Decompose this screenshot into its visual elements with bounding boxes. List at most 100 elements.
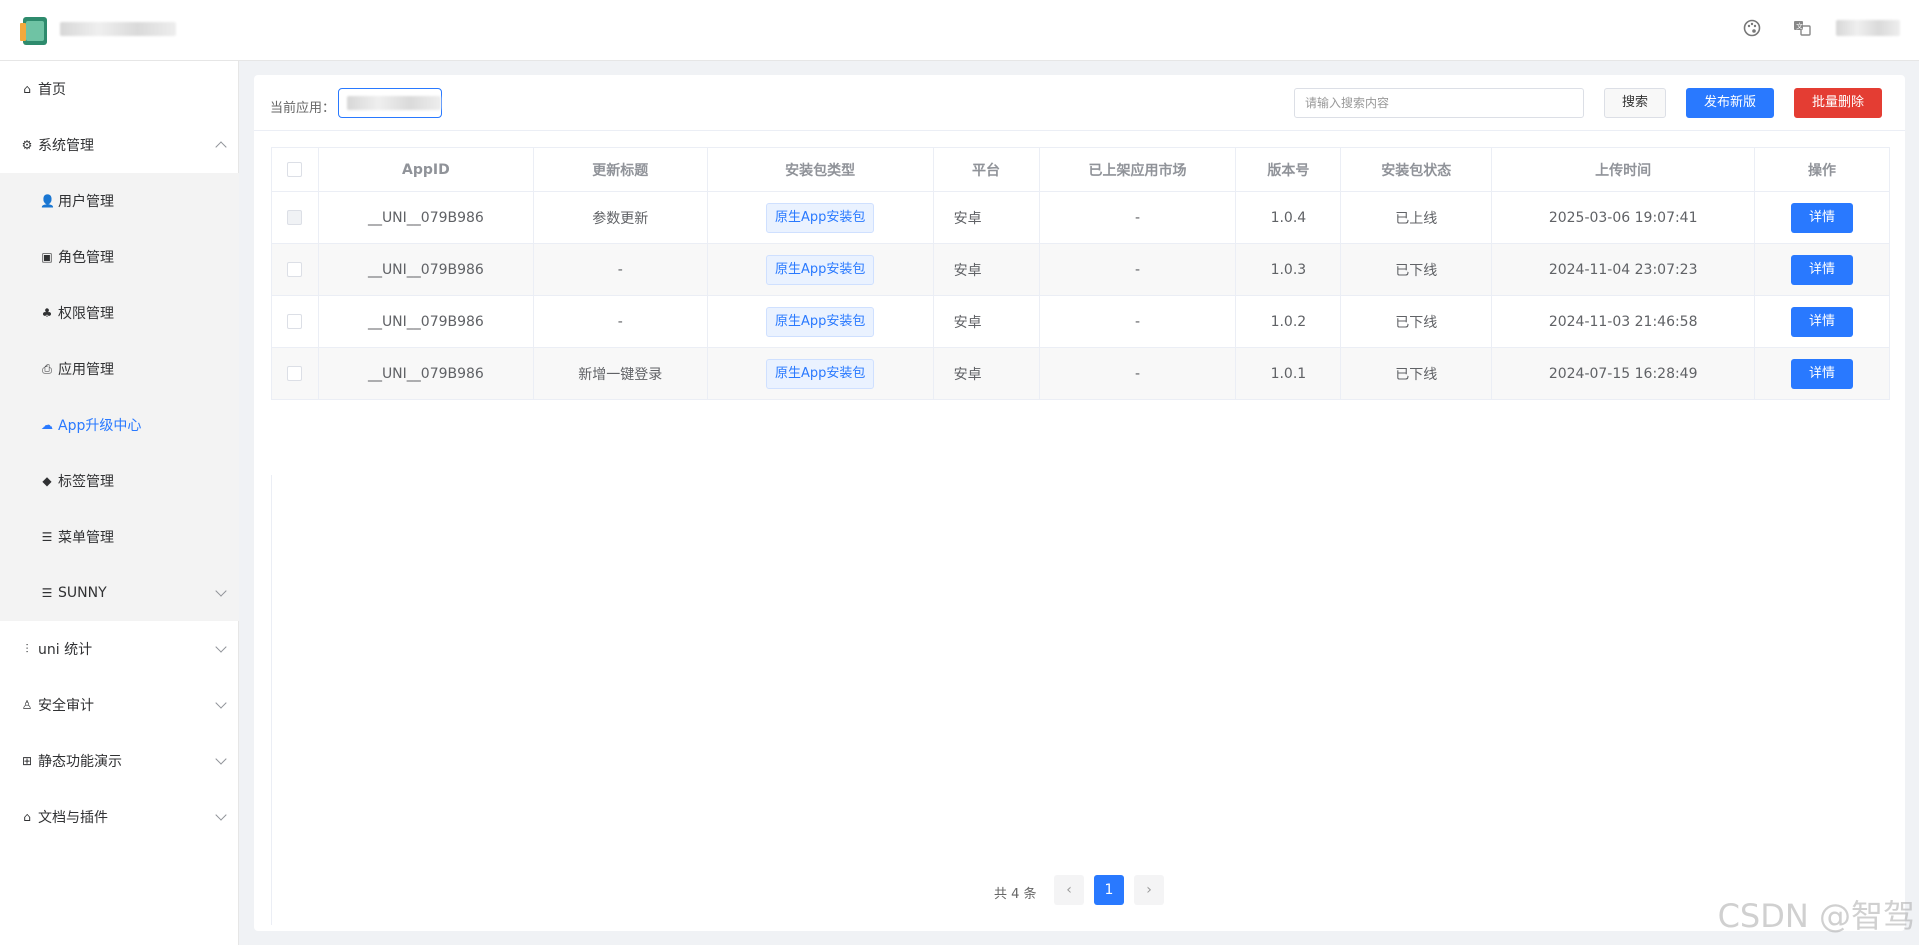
top-header: 文 — [0, 0, 1919, 61]
current-app-value-blurred — [347, 96, 441, 110]
audit-icon: ♙ — [21, 698, 33, 712]
publish-new-version-button[interactable]: 发布新版 — [1686, 88, 1774, 118]
sidebar-item-security-audit[interactable]: ♙ 安全审计 — [0, 677, 239, 733]
sidebar-item-menus[interactable]: ☰ 菜单管理 — [0, 509, 239, 565]
appid-cell: __UNI__079B986 — [319, 296, 534, 347]
sidebar-item-label: 应用管理 — [58, 362, 114, 378]
sidebar-item-permissions[interactable]: ♣ 权限管理 — [0, 285, 239, 341]
sidebar-item-label: 用户管理 — [58, 194, 114, 210]
gear-icon: ⚙ — [21, 138, 33, 152]
sidebar-item-label: 角色管理 — [58, 250, 114, 266]
sidebar-item-users[interactable]: 👤 用户管理 — [0, 173, 239, 229]
market-cell: - — [1040, 296, 1237, 347]
home-icon: ⌂ — [23, 82, 31, 96]
search-input[interactable] — [1294, 88, 1584, 118]
column-header: 安装包类型 — [708, 148, 934, 191]
app-name-blurred — [60, 22, 176, 36]
detail-button[interactable]: 详情 — [1791, 306, 1854, 337]
select-all-checkbox[interactable] — [287, 162, 303, 177]
detail-button[interactable]: 详情 — [1791, 358, 1854, 389]
package-type-tag: 原生App安装包 — [765, 358, 875, 389]
detail-button[interactable]: 详情 — [1791, 202, 1854, 233]
sidebar-item-uni-stats[interactable]: ⫶ uni 统计 — [0, 621, 239, 677]
user-name-blurred[interactable] — [1836, 20, 1900, 36]
title-cell: - — [534, 244, 708, 295]
sidebar-item-system[interactable]: ⚙ 系统管理 — [0, 117, 239, 173]
sidebar-item-label: uni 统计 — [38, 642, 93, 658]
watermark: CSDN @智驾 — [1717, 897, 1915, 935]
sidebar-item-label: 标签管理 — [58, 474, 114, 490]
table-left-border — [271, 475, 272, 925]
platform-cell: 安卓 — [934, 296, 1040, 347]
app-logo[interactable] — [20, 17, 48, 45]
row-select-cell — [272, 296, 319, 347]
user-icon: 👤 — [40, 194, 55, 208]
column-header: 安装包状态 — [1341, 148, 1493, 191]
palette-icon[interactable] — [1741, 19, 1763, 41]
column-header: 上传时间 — [1492, 148, 1756, 191]
sidebar-item-docs-plugins[interactable]: ⌂ 文档与插件 — [0, 789, 239, 845]
type-cell: 原生App安装包 — [708, 348, 934, 399]
permission-icon: ♣ — [41, 306, 53, 320]
sidebar-item-sunny[interactable]: ☰ SUNNY — [0, 565, 239, 621]
current-app-select[interactable] — [338, 88, 442, 118]
sidebar-item-apps[interactable]: ⎙ 应用管理 — [0, 341, 239, 397]
table-row[interactable]: __UNI__079B986 参数更新 原生App安装包 安卓 - 1.0.4 … — [272, 192, 1890, 244]
appid-cell: __UNI__079B986 — [319, 244, 534, 295]
market-cell: - — [1040, 244, 1237, 295]
row-checkbox[interactable] — [287, 314, 303, 329]
sidebar-item-app-upgrade[interactable]: ☁ App升级中心 — [0, 397, 239, 453]
stats-icon: ⫶ — [25, 642, 29, 656]
list-icon: ☰ — [41, 530, 53, 544]
action-cell: 详情 — [1755, 192, 1890, 243]
list-icon: ☰ — [41, 586, 53, 600]
main-panel: 当前应用： 搜索 发布新版 批量删除 AppID 更新标题 安装包类型 平台 已… — [254, 75, 1905, 931]
row-checkbox[interactable] — [287, 210, 303, 225]
grid-icon: ⊞ — [21, 754, 33, 768]
detail-button[interactable]: 详情 — [1791, 254, 1854, 285]
action-cell: 详情 — [1755, 348, 1890, 399]
table-header-row: AppID 更新标题 安装包类型 平台 已上架应用市场 版本号 安装包状态 上传… — [272, 148, 1890, 192]
title-cell: - — [534, 296, 708, 347]
market-cell: - — [1040, 348, 1237, 399]
translate-icon[interactable]: 文 — [1791, 19, 1813, 41]
chevron-down-icon — [215, 753, 227, 765]
table-row[interactable]: __UNI__079B986 - 原生App安装包 安卓 - 1.0.2 已下线… — [272, 296, 1890, 348]
market-cell: - — [1040, 192, 1237, 243]
sidebar-item-static-demo[interactable]: ⊞ 静态功能演示 — [0, 733, 239, 789]
next-page-button[interactable]: › — [1134, 875, 1164, 905]
table-row[interactable]: __UNI__079B986 - 原生App安装包 安卓 - 1.0.3 已下线… — [272, 244, 1890, 296]
sidebar-item-home[interactable]: ⌂ 首页 — [0, 61, 239, 117]
type-cell: 原生App安装包 — [708, 192, 934, 243]
row-checkbox[interactable] — [287, 366, 303, 381]
search-button[interactable]: 搜索 — [1604, 88, 1666, 118]
action-cell: 详情 — [1755, 244, 1890, 295]
sidebar-item-label: 权限管理 — [58, 306, 114, 322]
tag-icon: ◆ — [42, 474, 52, 488]
column-header: 版本号 — [1236, 148, 1342, 191]
sidebar-item-roles[interactable]: ▣ 角色管理 — [0, 229, 239, 285]
page-number-button[interactable]: 1 — [1094, 875, 1124, 905]
total-count: 共 4 条 — [994, 887, 1037, 902]
chevron-down-icon — [215, 697, 227, 709]
upload-time-cell: 2024-11-04 23:07:23 — [1492, 244, 1756, 295]
batch-delete-button[interactable]: 批量删除 — [1794, 88, 1882, 118]
sidebar-item-label: 首页 — [38, 82, 66, 98]
row-checkbox[interactable] — [287, 262, 303, 277]
plugin-icon: ⌂ — [23, 810, 31, 824]
chevron-down-icon — [215, 641, 227, 653]
upload-time-cell: 2025-03-06 19:07:41 — [1492, 192, 1756, 243]
svg-text:文: 文 — [1796, 22, 1803, 31]
prev-page-button[interactable]: ‹ — [1054, 875, 1084, 905]
package-type-tag: 原生App安装包 — [765, 254, 875, 285]
sidebar: ⌂ 首页 ⚙ 系统管理 👤 用户管理 ▣ 角色管理 ♣ 权限管理 ⎙ 应用管理 … — [0, 61, 239, 945]
column-header: 已上架应用市场 — [1040, 148, 1237, 191]
current-app-label: 当前应用： — [270, 101, 336, 116]
sidebar-item-tags[interactable]: ◆ 标签管理 — [0, 453, 239, 509]
pagination: 共 4 条 ‹ 1 › — [254, 875, 1905, 907]
table-row[interactable]: __UNI__079B986 新增一键登录 原生App安装包 安卓 - 1.0.… — [272, 348, 1890, 400]
status-cell: 已下线 — [1341, 296, 1493, 347]
version-cell: 1.0.1 — [1236, 348, 1342, 399]
platform-cell: 安卓 — [934, 348, 1040, 399]
status-cell: 已下线 — [1341, 348, 1493, 399]
